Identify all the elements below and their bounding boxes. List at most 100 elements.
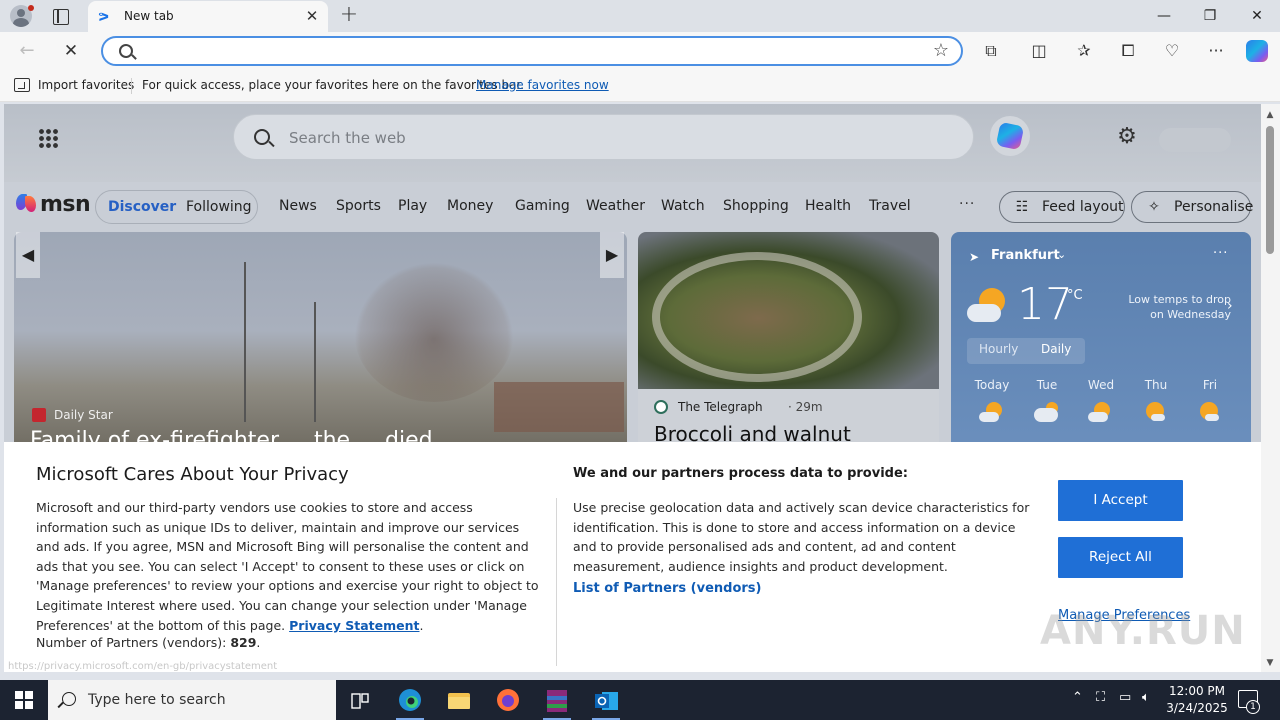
msn-logo[interactable]: msn [16,190,91,220]
forecast-day[interactable]: Tue [1027,378,1067,392]
import-favorites-icon[interactable] [14,78,30,92]
extensions-icon[interactable]: ⧉ [979,40,1003,62]
nav-shopping[interactable]: Shopping [723,198,789,214]
feed-layout-button[interactable]: ☷ Feed layout [999,191,1125,223]
winrar-icon[interactable] [537,684,577,720]
back-icon[interactable]: ← [14,38,40,64]
nav-sports[interactable]: Sports [336,198,381,214]
nav-travel[interactable]: Travel [869,198,911,214]
sliders-icon: ☷ [1015,199,1029,215]
firefox-icon[interactable] [488,684,528,720]
sunny-icon [1143,402,1169,424]
address-bar[interactable]: ☆ [101,36,963,66]
privacy-body-text: Microsoft and our third-party vendors us… [36,500,539,633]
accept-button[interactable]: I Accept [1058,480,1183,521]
nav-news[interactable]: News [279,198,317,214]
taskbar-search-box[interactable]: Type here to search [48,680,336,720]
outlook-icon[interactable] [586,684,626,720]
collections-icon[interactable]: ⧠ [1116,40,1140,62]
split-screen-icon[interactable]: ◫ [1027,40,1051,62]
gear-icon[interactable]: ⚙ [1116,126,1138,148]
article-image [638,232,939,389]
more-icon[interactable]: ··· [1204,40,1228,62]
minimize-button[interactable]: — [1141,0,1187,32]
chevron-down-icon[interactable]: ⌄ [1057,248,1066,261]
reject-all-button[interactable]: Reject All [1058,537,1183,578]
scroll-down-icon[interactable]: ▼ [1265,658,1275,668]
nav-money[interactable]: Money [447,198,493,214]
article-card[interactable]: The Telegraph · 29m Broccoli and walnut [638,232,939,452]
tab-discover[interactable]: Discover [108,199,176,215]
forecast-day[interactable]: Wed [1081,378,1121,392]
scroll-thumb[interactable] [1266,126,1274,254]
weather-card[interactable]: ➤ Frankfurt ⌄ ··· 17 °C Low temps to dro… [951,232,1251,452]
tab-following[interactable]: Following [186,199,252,215]
article-source: The Telegraph [678,400,763,414]
nav-gaming[interactable]: Gaming [515,198,570,214]
stop-icon[interactable]: ✕ [58,38,84,64]
msn-logo-text: msn [40,192,91,217]
sparkle-icon: ✧ [1148,199,1160,215]
list-of-partners-link[interactable]: List of Partners (vendors) [573,581,761,596]
favorites-separator [131,78,132,94]
tab-close-icon[interactable]: ✕ [304,8,320,24]
status-bar-url: https://privacy.microsoft.com/en-gb/priv… [8,661,278,672]
address-input[interactable] [143,42,903,62]
network-device-icon[interactable]: ⛶ [1096,690,1105,705]
search-icon [62,692,76,706]
forecast-day[interactable]: Fri [1190,378,1230,392]
start-windows-icon[interactable] [15,691,33,709]
privacy-title: Microsoft Cares About Your Privacy [36,464,349,485]
import-favorites-button[interactable]: Import favorites [38,78,134,92]
clock-time[interactable]: 12:00 PM [1168,684,1226,698]
weather-more-icon[interactable]: ··· [1213,246,1228,261]
forecast-day[interactable]: Today [972,378,1012,392]
privacy-statement-link[interactable]: Privacy Statement [289,618,419,633]
favorites-icon[interactable]: ✰ [1072,40,1096,62]
carousel-prev-button[interactable]: ◀ [16,232,40,278]
hero-carousel[interactable]: Daily Star Family of ex-firefighter ... … [14,232,627,452]
tray-chevron-icon[interactable]: ⌃ [1072,690,1083,705]
nav-health[interactable]: Health [805,198,851,214]
apps-grid-icon[interactable] [38,128,58,148]
restore-button[interactable]: ❐ [1187,0,1233,32]
tab-actions-icon[interactable] [50,6,70,26]
partly-cloudy-icon [1088,402,1114,424]
volume-icon[interactable]: 🔈︎ [1142,690,1150,705]
copilot-icon[interactable] [1246,40,1268,62]
nav-more-button[interactable]: ··· [959,196,975,212]
tab-hourly[interactable]: Hourly [979,342,1018,356]
clock-date[interactable]: 3/24/2025 [1166,701,1228,715]
forecast-day[interactable]: Thu [1136,378,1176,392]
tab-daily[interactable]: Daily [1041,342,1071,356]
weather-tabs: Hourly Daily [967,338,1085,364]
tab-new-tab[interactable]: ᕗ New tab ✕ [88,1,328,32]
article-image-plate [652,252,862,382]
page-scrollbar[interactable]: ▲ ▼ [1261,104,1280,672]
nav-watch[interactable]: Watch [661,198,705,214]
weather-note[interactable]: Low temps to drop on Wednesday [1113,292,1231,322]
web-search-box[interactable] [233,114,974,160]
copilot-icon[interactable] [990,116,1030,156]
sign-in-button[interactable] [1159,128,1231,152]
personalise-button[interactable]: ✧ Personalise [1131,191,1253,223]
chevron-right-icon[interactable]: › [1227,298,1233,314]
nav-weather[interactable]: Weather [586,198,645,214]
carousel-next-button[interactable]: ▶ [600,232,624,278]
file-explorer-icon[interactable] [439,684,479,720]
notification-count: 1 [1246,700,1260,714]
new-tab-button[interactable]: + [338,4,360,26]
nav-play[interactable]: Play [398,198,427,214]
web-search-input[interactable] [289,127,889,149]
weather-location[interactable]: Frankfurt [991,248,1060,263]
network-icon[interactable]: ▭ [1119,690,1131,705]
favorite-star-icon[interactable]: ☆ [933,41,949,61]
task-view-icon[interactable] [340,684,380,720]
manage-favorites-link[interactable]: Manage favorites now [476,78,609,92]
edge-icon[interactable] [390,684,430,720]
close-window-button[interactable]: ✕ [1234,0,1280,32]
feed-segment-control: Discover Following [95,190,258,224]
scroll-up-icon[interactable]: ▲ [1265,110,1275,120]
daily-star-icon [32,408,46,422]
browser-essentials-icon[interactable]: ♡ [1160,40,1184,62]
